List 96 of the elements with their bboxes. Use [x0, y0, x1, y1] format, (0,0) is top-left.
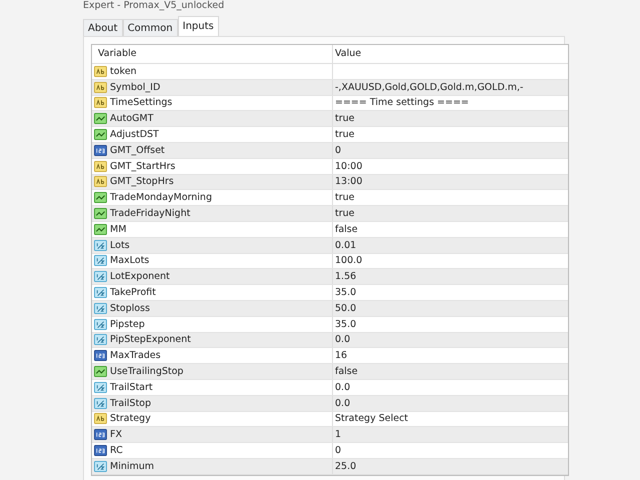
variable-value: true [335, 208, 354, 220]
variable-name: Minimum [110, 460, 154, 472]
decimal-type-icon [94, 287, 107, 298]
table-row[interactable]: GMT_Offset 0 [92, 142, 568, 159]
variable-name: token [110, 66, 137, 77]
variable-name: GMT_StopHrs [110, 176, 174, 188]
variable-name: AdjustDST [110, 129, 159, 140]
variable-value: 16 [335, 350, 348, 362]
tab[interactable]: Inputs [178, 16, 219, 36]
variable-value: 0 [335, 445, 342, 456]
variable-name: TradeMondayMorning [110, 192, 212, 204]
decimal-type-icon [94, 302, 107, 314]
table-row[interactable]: Lots 0.01 [92, 238, 568, 254]
boolean-type-icon [94, 192, 107, 204]
variable-name: PipStepExponent [110, 334, 191, 346]
text-type-icon [94, 82, 107, 93]
text-type-icon [94, 66, 107, 77]
variable-value: ==== Time settings ==== [335, 97, 469, 108]
variable-value: 25.0 [335, 460, 356, 472]
table-row[interactable]: FX 1 [92, 427, 568, 444]
variable-name: Pipstep [110, 318, 145, 330]
decimal-type-icon [94, 398, 107, 409]
variable-name: Stoploss [110, 302, 150, 314]
tab[interactable]: About [83, 19, 123, 36]
decimal-type-icon [94, 271, 107, 282]
window-title: Expert - Promax_V5_unlocked [83, 0, 226, 13]
variable-name: GMT_Offset [110, 144, 165, 156]
column-header: Variable [92, 45, 333, 63]
decimal-type-icon [94, 460, 107, 472]
table-row[interactable]: LotExponent 1.56 [92, 269, 568, 286]
boolean-type-icon [94, 113, 107, 124]
variable-name: AutoGMT [110, 113, 154, 124]
decimal-type-icon [94, 318, 107, 330]
variable-name: TrailStop [110, 398, 152, 409]
variable-name: FX [110, 429, 122, 440]
variable-value: 100.0 [335, 255, 362, 266]
variable-name: Symbol_ID [110, 82, 160, 93]
variable-value: 35.0 [335, 287, 356, 298]
table-row[interactable]: TrailStop 0.0 [92, 396, 568, 412]
variable-value: 10:00 [335, 160, 362, 172]
variable-value: 0.0 [335, 382, 350, 393]
variable-value: true [335, 129, 354, 140]
text-type-icon [94, 160, 107, 172]
variable-name: Lots [110, 240, 130, 251]
variable-name: TradeFridayNight [110, 208, 190, 220]
variable-name: LotExponent [110, 271, 170, 282]
variable-value: 0.0 [335, 334, 350, 346]
table-row[interactable]: PipStepExponent 0.0 [92, 332, 568, 348]
table-row[interactable]: TradeFridayNight true [92, 206, 568, 222]
variable-value: true [335, 192, 354, 204]
variable-name: TrailStart [110, 382, 153, 393]
variable-value: 13:00 [335, 176, 362, 188]
boolean-type-icon [94, 208, 107, 220]
column-header: Value [334, 47, 362, 61]
table-row[interactable]: UseTrailingStop false [92, 364, 568, 380]
variable-value: 1.56 [335, 271, 356, 282]
integer-type-icon [94, 350, 107, 362]
variable-value: 1 [335, 429, 342, 440]
text-type-icon [94, 413, 107, 424]
tab[interactable]: Common [122, 19, 178, 36]
table-row[interactable]: Stoploss 50.0 [92, 300, 568, 317]
decimal-type-icon [94, 382, 107, 393]
variable-name: MM [110, 224, 126, 235]
variable-value: 0.0 [335, 398, 350, 409]
variable-name: RC [110, 445, 123, 456]
variable-value: 50.0 [335, 302, 356, 314]
variable-value: 35.0 [335, 318, 356, 330]
variable-name: MaxLots [110, 255, 150, 266]
variable-value: 0.01 [335, 240, 356, 251]
decimal-type-icon [94, 240, 107, 251]
table-row[interactable]: GMT_StopHrs 13:00 [92, 174, 568, 190]
variable-value: Strategy Select [335, 413, 408, 424]
variable-name: UseTrailingStop [110, 366, 184, 378]
integer-type-icon [94, 445, 107, 456]
decimal-type-icon [94, 334, 107, 346]
variable-name: Strategy [110, 413, 151, 424]
decimal-type-icon [94, 255, 107, 266]
variable-value: -,XAUUSD,Gold,GOLD,Gold.m,GOLD.m,- [335, 82, 524, 93]
variable-value: 0 [335, 144, 342, 156]
integer-type-icon [94, 144, 107, 156]
variable-value: true [335, 113, 354, 124]
text-type-icon [94, 97, 107, 108]
table-row[interactable]: AutoGMT true [92, 111, 568, 128]
text-type-icon [94, 176, 107, 188]
variable-name: TakeProfit [110, 287, 156, 298]
variable-name: TimeSettings [110, 97, 172, 108]
boolean-type-icon [94, 224, 107, 235]
integer-type-icon [94, 429, 107, 440]
boolean-type-icon [94, 129, 107, 140]
variable-name: GMT_StartHrs [110, 160, 176, 172]
variable-value: false [335, 366, 358, 378]
variable-value: false [335, 224, 358, 235]
boolean-type-icon [94, 366, 107, 378]
variable-name: MaxTrades [110, 350, 161, 362]
table-row[interactable]: Symbol_ID -,XAUUSD,Gold,GOLD,Gold.m,GOLD.m,- [92, 80, 568, 96]
table-row[interactable]: Minimum 25.0 [92, 458, 568, 475]
